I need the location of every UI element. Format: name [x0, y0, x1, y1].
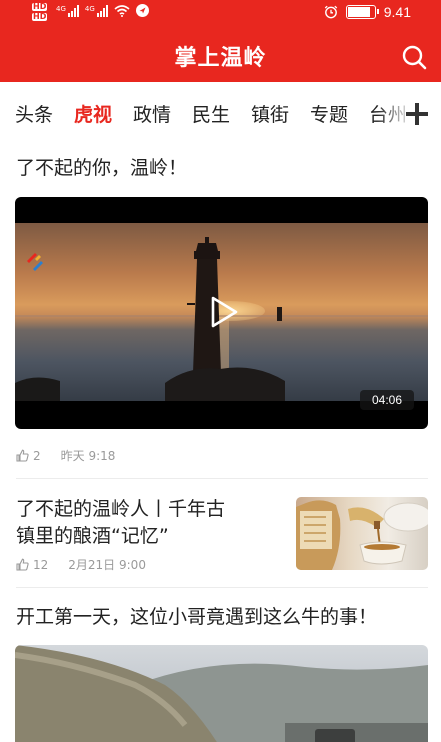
- tab-toutiao[interactable]: 头条: [15, 100, 53, 127]
- divider: [16, 587, 428, 588]
- status-time: 9.41: [383, 4, 411, 20]
- article-title[interactable]: 开工第一天，这位小哥竟遇到这么牛的事！: [16, 604, 377, 631]
- thumbs-up-icon[interactable]: [16, 558, 29, 571]
- sim-badges: HD HD: [32, 2, 48, 23]
- tab-hushi[interactable]: 虎视: [74, 100, 112, 127]
- battery-icon: [345, 5, 379, 19]
- app-header: HD HD 4G 4G 9.41 掌上温岭: [0, 0, 441, 82]
- add-channel-icon[interactable]: [406, 103, 428, 125]
- alarm-icon: [324, 5, 337, 19]
- like-count: 2: [33, 448, 41, 463]
- network-label: 4G: [56, 4, 66, 13]
- wifi-icon: [114, 4, 130, 17]
- tab-zhenjie[interactable]: 镇街: [251, 100, 289, 127]
- article-title-line: 了不起的温岭人丨千年古: [16, 498, 226, 520]
- thumbs-up-icon[interactable]: [16, 449, 29, 462]
- article-image[interactable]: [15, 645, 428, 742]
- sim-badge: HD: [32, 2, 48, 11]
- tab-zhengqing[interactable]: 政情: [133, 100, 171, 127]
- article-title[interactable]: 了不起的温岭人丨千年古 镇里的酿酒“记忆”: [16, 496, 225, 550]
- divider: [16, 478, 428, 479]
- tab-minsheng[interactable]: 民生: [192, 100, 230, 127]
- channel-tabs: 头条 虎视 政情 民生 镇街 专题 台州: [0, 82, 441, 140]
- sim-badge: HD: [32, 12, 48, 21]
- article-meta: 12 2月21日 9:00: [16, 556, 146, 573]
- search-icon[interactable]: [401, 44, 427, 70]
- location-icon: [135, 4, 149, 17]
- like-count: 12: [33, 557, 49, 572]
- signal-icon: 4G: [56, 4, 79, 17]
- signal-icon: 4G: [84, 4, 108, 17]
- app-title: 掌上温岭: [174, 46, 267, 71]
- article-meta: 2 昨天 9:18: [16, 447, 115, 464]
- tab-zhuanti[interactable]: 专题: [310, 100, 348, 127]
- article-title-line: 镇里的酿酒“记忆”: [16, 525, 169, 547]
- status-bar: HD HD 4G 4G 9.41: [0, 0, 441, 26]
- channel-logo: [27, 253, 43, 271]
- network-label: 4G: [84, 4, 95, 13]
- video-duration: 04:06: [359, 390, 414, 410]
- video-player[interactable]: 04:06: [15, 197, 428, 429]
- article-thumbnail[interactable]: [296, 497, 428, 570]
- publish-date: 2月21日 9:00: [68, 558, 146, 572]
- article-title[interactable]: 了不起的你，温岭！: [16, 155, 187, 182]
- play-icon[interactable]: [206, 295, 240, 329]
- publish-date: 昨天 9:18: [60, 449, 116, 463]
